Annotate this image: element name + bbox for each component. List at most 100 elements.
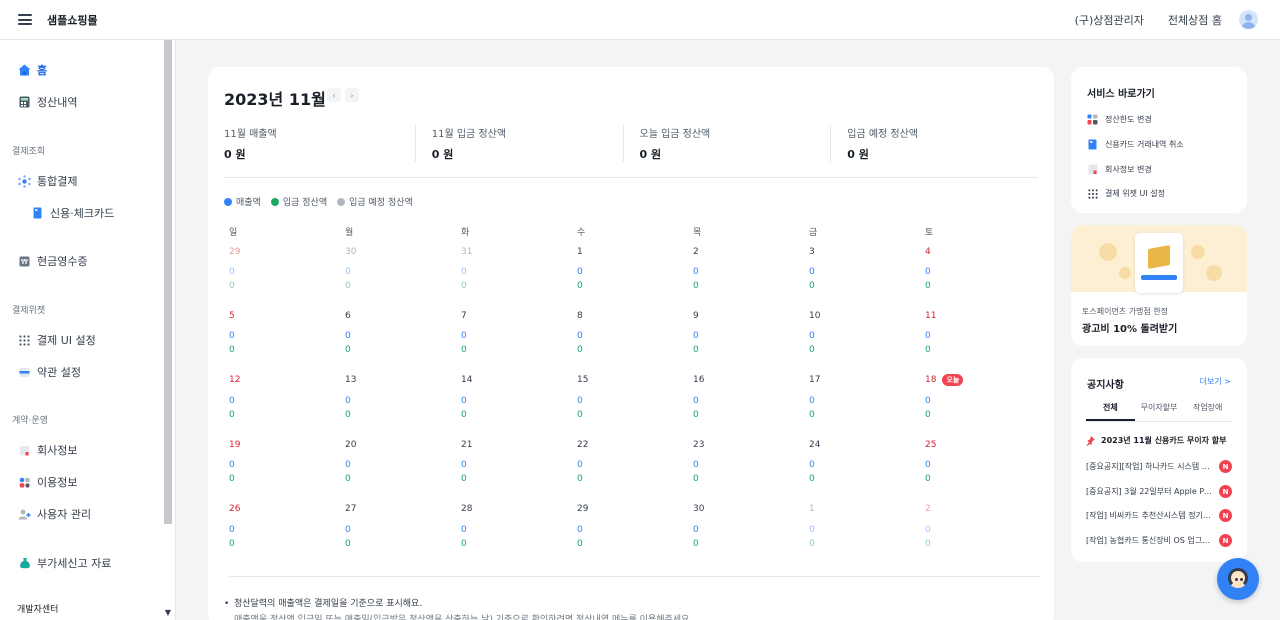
calendar-day-cell[interactable]: 30 0 0 — [693, 484, 809, 549]
calendar-day-cell[interactable]: 29 0 0 — [577, 484, 693, 549]
notice-item[interactable]: 2023년 11월 신용카드 무이자 할부 — [1086, 435, 1232, 446]
calendar-day-cell[interactable]: 13 0 0 — [345, 355, 461, 420]
calendar-day-cell[interactable]: 27 0 0 — [345, 484, 461, 549]
calendar-day-cell[interactable]: 12 0 0 — [229, 355, 345, 420]
tab-interest-free[interactable]: 무이자할부 — [1135, 402, 1184, 421]
calendar-day-cell[interactable]: 11 0 0 — [925, 290, 1041, 356]
customer-support-chat-button[interactable] — [1217, 558, 1259, 600]
notice-more-link[interactable]: 더보기 > — [1200, 376, 1231, 387]
day-sales-value: 0 — [925, 395, 931, 406]
new-badge: N — [1219, 509, 1232, 522]
user-avatar-icon[interactable] — [1239, 10, 1258, 29]
day-sales-value: 0 — [461, 395, 467, 406]
day-sales-value: 0 — [461, 460, 467, 470]
day-settlement-value: 0 — [577, 538, 583, 549]
calendar-day-cell[interactable]: 100 — [809, 484, 925, 549]
sidebar-item-label: 사용자 관리 — [37, 508, 92, 521]
service-item-card-cancel[interactable]: 신용카드 거래내역 취소 — [1087, 139, 1184, 150]
sidebar-scrollbar[interactable] — [164, 40, 172, 524]
promo-banner[interactable]: 토스페이먼츠 가맹점 한정 광고비 10% 돌려받기 — [1071, 225, 1247, 346]
calendar-day-cell[interactable]: 22 0 0 — [577, 419, 693, 485]
new-badge: N — [1219, 485, 1232, 498]
calendar-day-cell[interactable]: 200 — [693, 245, 809, 292]
calendar-day-cell[interactable]: 28 0 0 — [461, 484, 577, 549]
calendar-day-cell[interactable]: 16 0 0 — [693, 355, 809, 420]
sidebar-item-settlements[interactable]: 정산내역 — [18, 94, 77, 110]
sidebar-item-vat-report[interactable]: 부가세신고 자료 — [18, 555, 111, 571]
day-number: 14 — [461, 375, 473, 385]
brand-name[interactable]: 샘플쇼핑몰 — [47, 12, 98, 28]
phone-illustration — [1135, 233, 1183, 293]
legacy-admin-link[interactable]: (구)상점관리자 — [1075, 12, 1144, 28]
calendar-day-cell[interactable]: 20 0 0 — [345, 419, 461, 485]
summary-item: 11월 매출액 0 원 — [224, 125, 415, 162]
calendar-day-cell[interactable]: 600 — [345, 290, 461, 356]
calendar-day-cell[interactable]: 700 — [461, 290, 577, 356]
day-number: 16 — [693, 375, 705, 385]
day-sales-value: 0 — [925, 331, 931, 341]
calendar-day-cell[interactable]: 14 0 0 — [461, 355, 577, 420]
summary-label: 오늘 입금 정산액 — [639, 129, 711, 140]
sidebar-item-home[interactable]: 홈 — [18, 62, 47, 78]
calendar-day-cell[interactable]: 23 0 0 — [693, 419, 809, 485]
calendar-day-cell[interactable]: 400 — [925, 245, 1041, 292]
calendar-day-cell[interactable]: 500 — [229, 290, 345, 356]
sidebar-item-unified-payment[interactable]: 통합결제 — [18, 173, 77, 189]
sidebar-item-usage-info[interactable]: 이용정보 — [18, 474, 77, 490]
calendar-day-cell[interactable]: 18 오늘 0 0 — [925, 355, 1041, 420]
next-month-button[interactable]: › — [345, 88, 359, 102]
weekday-label: 목 — [693, 228, 702, 238]
notice-item[interactable]: [작업] 비씨카드 추천산시스템 정기점검 N — [1086, 509, 1232, 522]
calendar-day-cell[interactable]: 31 0 0 — [461, 245, 577, 292]
sidebar-item-payment-ui-settings[interactable]: 결제 UI 설정 — [18, 332, 96, 348]
day-sales-value: 0 — [693, 460, 699, 470]
day-number: 9 — [693, 310, 699, 321]
tab-maintenance[interactable]: 작업장애 — [1183, 402, 1232, 421]
day-sales-value: 0 — [577, 331, 583, 341]
weekday-label: 화 — [461, 228, 470, 238]
chevron-left-icon: ‹ — [332, 90, 336, 100]
service-item-settlement-limit[interactable]: 정산한도 변경 — [1087, 114, 1152, 125]
menu-icon[interactable] — [18, 14, 32, 25]
prev-month-button[interactable]: ‹ — [327, 88, 341, 102]
calendar-day-cell[interactable]: 300 — [809, 245, 925, 292]
notice-tabs: 전체 무이자할부 작업장애 — [1086, 402, 1232, 422]
calendar-day-cell[interactable]: 25 0 0 — [925, 419, 1041, 485]
calendar-day-cell[interactable]: 17 0 0 — [809, 355, 925, 420]
calendar-day-cell[interactable]: 21 0 0 — [461, 419, 577, 485]
calendar-day-cell[interactable]: 30 0 0 — [345, 245, 461, 292]
calendar-day-cell[interactable]: 26 0 0 — [229, 484, 345, 549]
calendar-day-cell[interactable]: 200 — [925, 484, 1041, 549]
sidebar-item-label: 현금영수증 — [37, 255, 88, 268]
tab-all[interactable]: 전체 — [1086, 402, 1135, 421]
widget-grid-icon — [1087, 188, 1098, 199]
notice-item[interactable]: [작업] 농협카드 통신장비 OS 업그레이드 N — [1086, 534, 1232, 547]
scroll-down-arrow-icon[interactable]: ▼ — [165, 608, 171, 617]
calendar-day-cell[interactable]: 900 — [693, 290, 809, 356]
notice-item[interactable]: [중요공지][작업] 하나카드 시스템 작업 안내 N — [1086, 460, 1232, 473]
sidebar-item-terms-settings[interactable]: 약관 설정 — [18, 364, 81, 380]
day-sales-value: 0 — [577, 524, 583, 535]
service-item-widget-ui-settings[interactable]: 결제 위젯 UI 설정 — [1087, 188, 1165, 199]
calendar-day-cell[interactable]: 800 — [577, 290, 693, 356]
day-number: 13 — [345, 375, 357, 385]
notice-item[interactable]: [중요공지] 3월 22일부터 Apple Pay 지원 N — [1086, 485, 1232, 498]
calendar-day-cell[interactable]: 19 0 0 — [229, 419, 345, 485]
day-sales-value: 0 — [229, 395, 235, 406]
sidebar-section-developer-center[interactable]: 개발자센터 — [17, 602, 58, 615]
sidebar-item-credit-check-card[interactable]: 신용·체크카드 — [31, 205, 114, 221]
sidebar-item-cash-receipt[interactable]: ₩ 현금영수증 — [18, 253, 88, 269]
sidebar-item-user-management[interactable]: 사용자 관리 — [18, 506, 91, 522]
sidebar-item-company-info[interactable]: 회사정보 — [18, 442, 77, 458]
calendar-day-cell[interactable]: 100 — [577, 245, 693, 292]
day-sales-value: 0 — [461, 524, 467, 535]
day-number: 29 — [229, 246, 241, 257]
day-sales-value: 0 — [577, 395, 583, 406]
calendar-day-cell[interactable]: 10 0 0 — [809, 290, 925, 356]
calendar-day-cell[interactable]: 24 0 0 — [809, 419, 925, 485]
all-stores-home-link[interactable]: 전체상점 홈 — [1168, 12, 1222, 28]
calendar-day-cell[interactable]: 15 0 0 — [577, 355, 693, 420]
calendar-day-cell[interactable]: 29 0 0 — [229, 245, 345, 292]
service-item-company-info-change[interactable]: 회사정보 변경 — [1087, 164, 1152, 175]
day-number: 5 — [229, 310, 235, 321]
